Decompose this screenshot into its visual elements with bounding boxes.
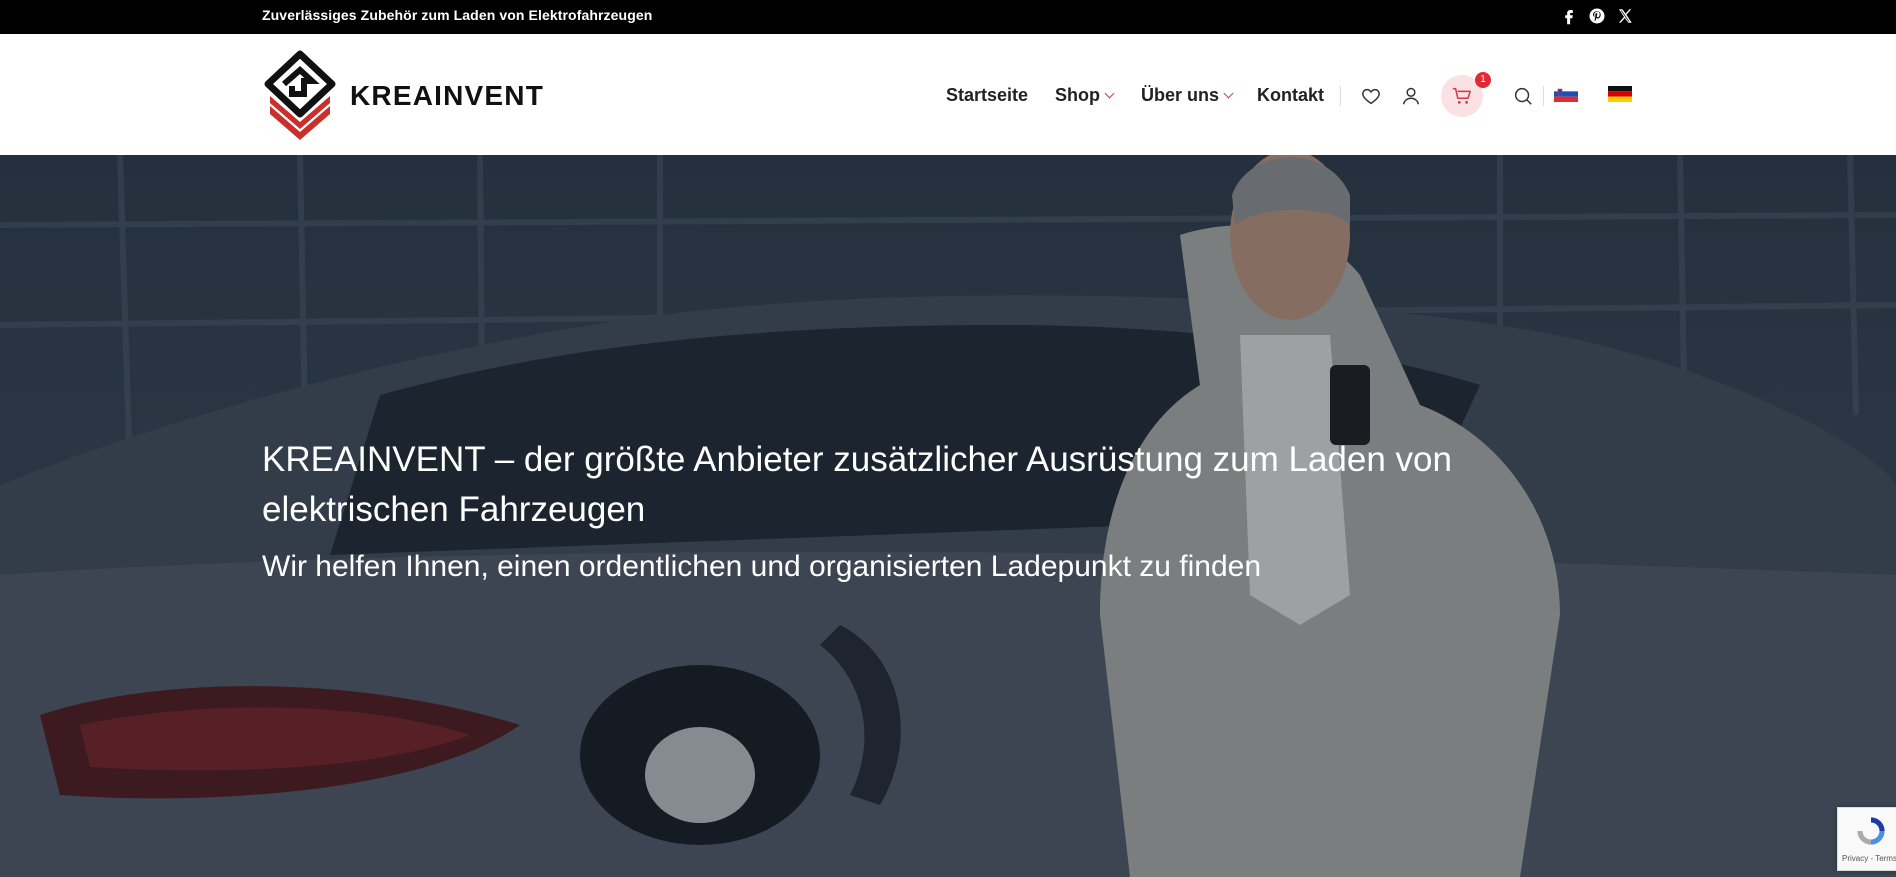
nav-divider: [1340, 86, 1341, 106]
user-icon[interactable]: [1400, 85, 1422, 107]
site-header: KREAINVENT Startseite Shop Über uns Kont…: [0, 34, 1896, 155]
recaptcha-badge[interactable]: Privacy - Terms: [1837, 807, 1896, 871]
topbar-tagline: Zuverlässiges Zubehör zum Laden von Elek…: [262, 7, 653, 23]
flag-slovenia[interactable]: [1554, 86, 1578, 102]
nav-startseite[interactable]: Startseite: [946, 82, 1028, 108]
flag-germany[interactable]: [1608, 86, 1632, 102]
chevron-down-icon: [1223, 88, 1234, 99]
cart-count-badge: 1: [1475, 72, 1491, 88]
nav-label: Über uns: [1141, 85, 1220, 105]
hero-title: KREAINVENT – der größte Anbieter zusätzl…: [262, 440, 1452, 529]
nav-divider: [1543, 86, 1544, 106]
facebook-icon[interactable]: [1560, 7, 1578, 25]
cart-button[interactable]: 1: [1441, 72, 1491, 117]
recaptcha-icon: [1857, 817, 1885, 845]
x-icon[interactable]: [1616, 7, 1634, 25]
nav-label: Shop: [1055, 85, 1100, 105]
hero-subtitle: Wir helfen Ihnen, einen ordentlichen und…: [262, 550, 1262, 583]
pinterest-icon[interactable]: [1588, 7, 1606, 25]
logo-text: KREAINVENT: [350, 80, 545, 111]
kreainvent-logo-icon: [264, 50, 336, 140]
heart-icon[interactable]: [1360, 85, 1382, 107]
recaptcha-links[interactable]: Privacy - Terms: [1842, 854, 1896, 863]
hero-banner: KREAINVENT – der größte Anbieter zusätzl…: [0, 155, 1896, 877]
top-announcement-bar: Zuverlässiges Zubehör zum Laden von Elek…: [0, 0, 1896, 34]
cart-icon: [1452, 87, 1471, 104]
search-icon[interactable]: [1512, 85, 1534, 107]
nav-shop[interactable]: Shop: [1055, 82, 1115, 108]
nav-ueber-uns[interactable]: Über uns: [1141, 82, 1234, 108]
nav-label: Startseite: [946, 85, 1029, 105]
site-logo[interactable]: KREAINVENT: [262, 48, 552, 144]
chevron-down-icon: [1104, 88, 1115, 99]
nav-kontakt[interactable]: Kontakt: [1257, 82, 1324, 108]
nav-label: Kontakt: [1257, 85, 1324, 105]
